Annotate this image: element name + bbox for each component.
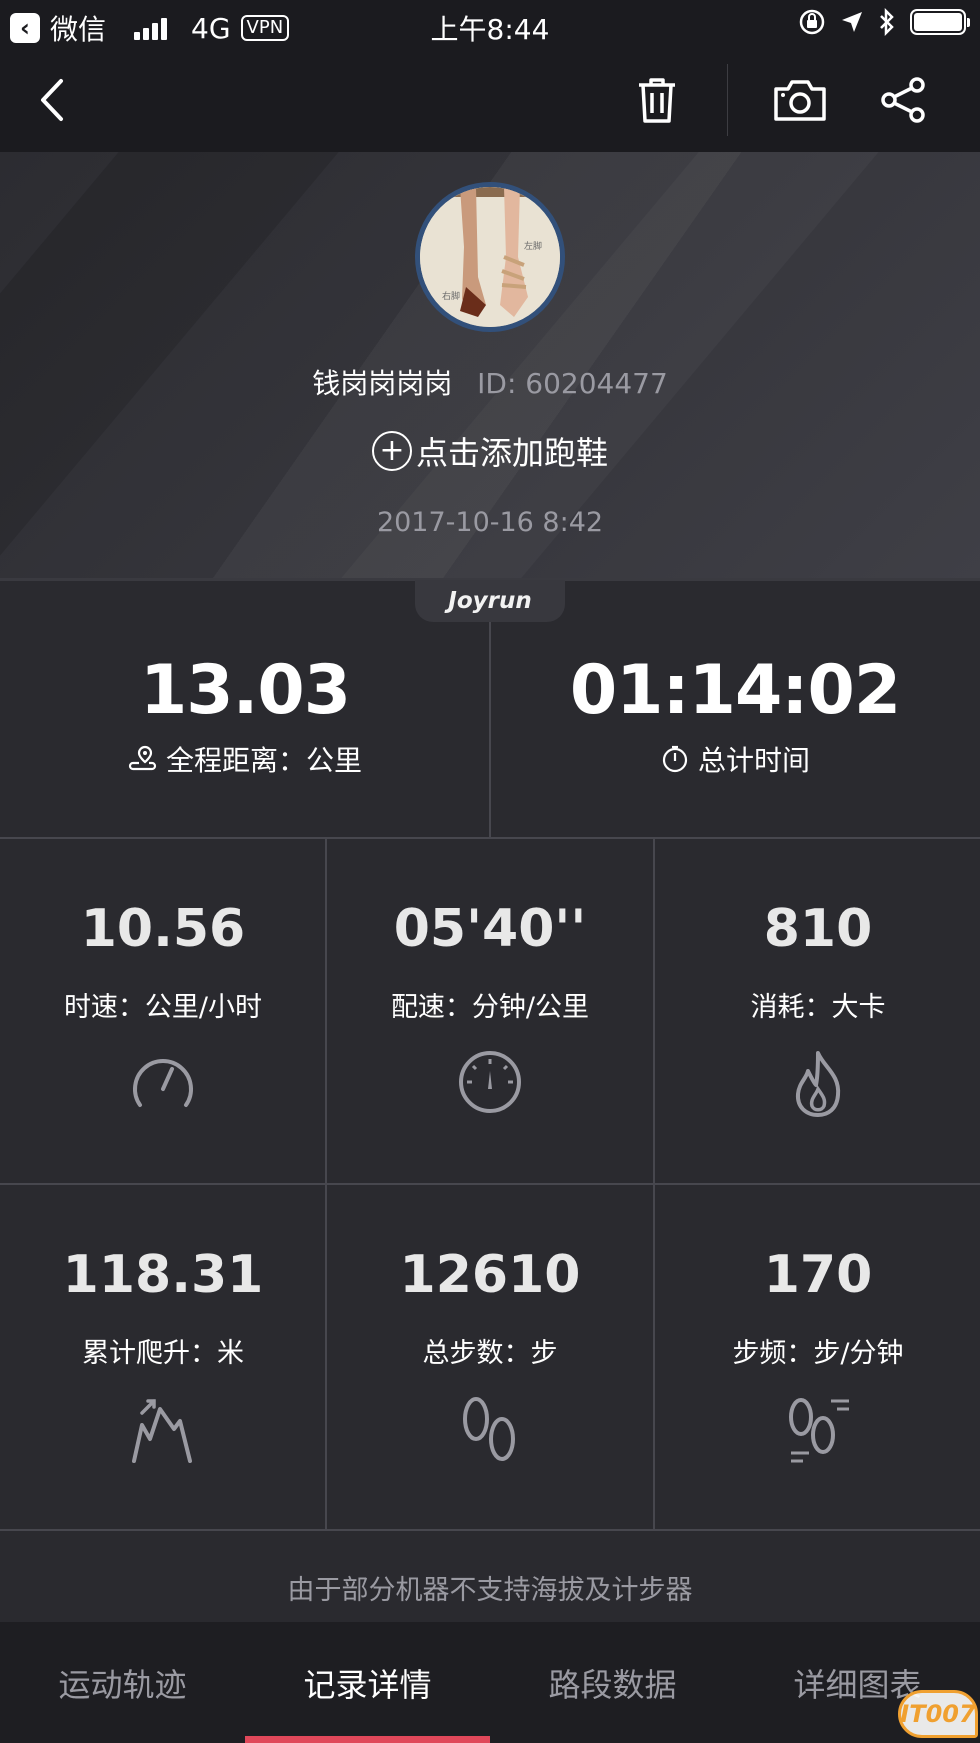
pace-dial-icon [459, 1051, 521, 1113]
share-icon[interactable] [879, 76, 929, 124]
duration-label-row: 总计时间 [490, 739, 980, 779]
climb-icon [132, 1399, 192, 1463]
distance-label: 全程距离：公里 [165, 744, 362, 777]
flame-icon [795, 1051, 841, 1117]
profile-header: 左脚 右脚 钱岗岗岗岗 ID: 60204477 + 点击添加跑鞋 2017-1… [0, 152, 980, 578]
active-tab-indicator [245, 1736, 490, 1743]
pace-stat: 05'40'' 配速：分钟/公里 [327, 839, 653, 1183]
steps-label: 总步数：步 [422, 1338, 558, 1369]
stopwatch-icon [662, 745, 688, 773]
tab-track[interactable]: 运动轨迹 [0, 1622, 245, 1743]
grid-divider-h [0, 1529, 980, 1531]
add-shoes-label[interactable]: 点击添加跑鞋 [416, 428, 608, 474]
elevation-stat: 118.31 累计爬升：米 [0, 1185, 326, 1529]
duration-stat: 01:14:02 总计时间 [490, 581, 980, 837]
nav-divider [727, 64, 728, 136]
user-info: 钱岗岗岗岗 ID: 60204477 [0, 362, 980, 402]
avatar-image: 左脚 右脚 [420, 187, 560, 327]
calories-stat: 810 消耗：大卡 [655, 839, 980, 1183]
watermark-logo: IT007 [898, 1690, 978, 1738]
elevation-value: 118.31 [62, 1245, 264, 1305]
delete-button[interactable] [627, 70, 687, 130]
cadence-stat: 170 步频：步/分钟 [655, 1185, 980, 1529]
distance-value: 13.03 [139, 651, 351, 730]
duration-label: 总计时间 [697, 744, 810, 777]
duration-value: 01:14:02 [569, 651, 901, 730]
speedometer-icon [133, 1059, 193, 1107]
status-bar: ‹ 微信 4G VPN 上午8:44 [0, 0, 980, 50]
route-pin-icon [128, 745, 157, 771]
pace-label: 配速：分钟/公里 [390, 992, 590, 1023]
svg-text:左脚: 左脚 [524, 240, 542, 252]
bluetooth-icon [880, 8, 894, 36]
data-disclaimer: 由于部分机器不支持海拔及计步器 [287, 1575, 693, 1606]
user-id: ID: 60204477 [477, 367, 668, 400]
rotation-lock-icon [799, 9, 825, 35]
steps-value: 12610 [399, 1245, 581, 1305]
tab-record-details[interactable]: 记录详情 [245, 1622, 490, 1743]
back-icon[interactable] [35, 77, 69, 123]
speed-value: 10.56 [80, 899, 246, 959]
battery-icon [910, 9, 970, 35]
distance-label-row: 全程距离：公里 [0, 739, 490, 779]
location-icon [842, 12, 862, 32]
cadence-value: 170 [763, 1245, 873, 1305]
avatar[interactable]: 左脚 右脚 [415, 182, 565, 332]
camera-icon[interactable] [772, 77, 828, 123]
trash-icon[interactable] [635, 75, 679, 125]
status-bar-right [798, 8, 970, 36]
plus-circle-icon[interactable]: + [371, 431, 412, 471]
nav-bar [0, 50, 980, 152]
footprints-icon [463, 1397, 515, 1461]
svg-text:右脚: 右脚 [442, 290, 460, 302]
speed-label: 时速：公里/小时 [63, 992, 263, 1023]
calories-label: 消耗：大卡 [750, 992, 886, 1023]
share-button[interactable] [874, 70, 934, 130]
add-shoes-button[interactable]: + 点击添加跑鞋 [0, 428, 980, 474]
speed-stat: 10.56 时速：公里/小时 [0, 839, 326, 1183]
camera-button[interactable] [770, 70, 830, 130]
cadence-label: 步频：步/分钟 [732, 1338, 904, 1369]
elevation-label: 累计爬升：米 [82, 1338, 244, 1369]
calories-value: 810 [763, 899, 873, 959]
username[interactable]: 钱岗岗岗岗 [312, 367, 452, 400]
steps-stat: 12610 总步数：步 [327, 1185, 653, 1529]
tab-bar: 运动轨迹 记录详情 路段数据 详细图表 [0, 1622, 980, 1743]
pace-value: 05'40'' [393, 899, 587, 959]
back-button[interactable] [22, 70, 82, 130]
distance-stat: 13.03 全程距离：公里 [0, 581, 490, 837]
cadence-icon [789, 1398, 849, 1463]
run-datetime: 2017-10-16 8:42 [376, 507, 604, 538]
tab-segment-data[interactable]: 路段数据 [490, 1622, 735, 1743]
